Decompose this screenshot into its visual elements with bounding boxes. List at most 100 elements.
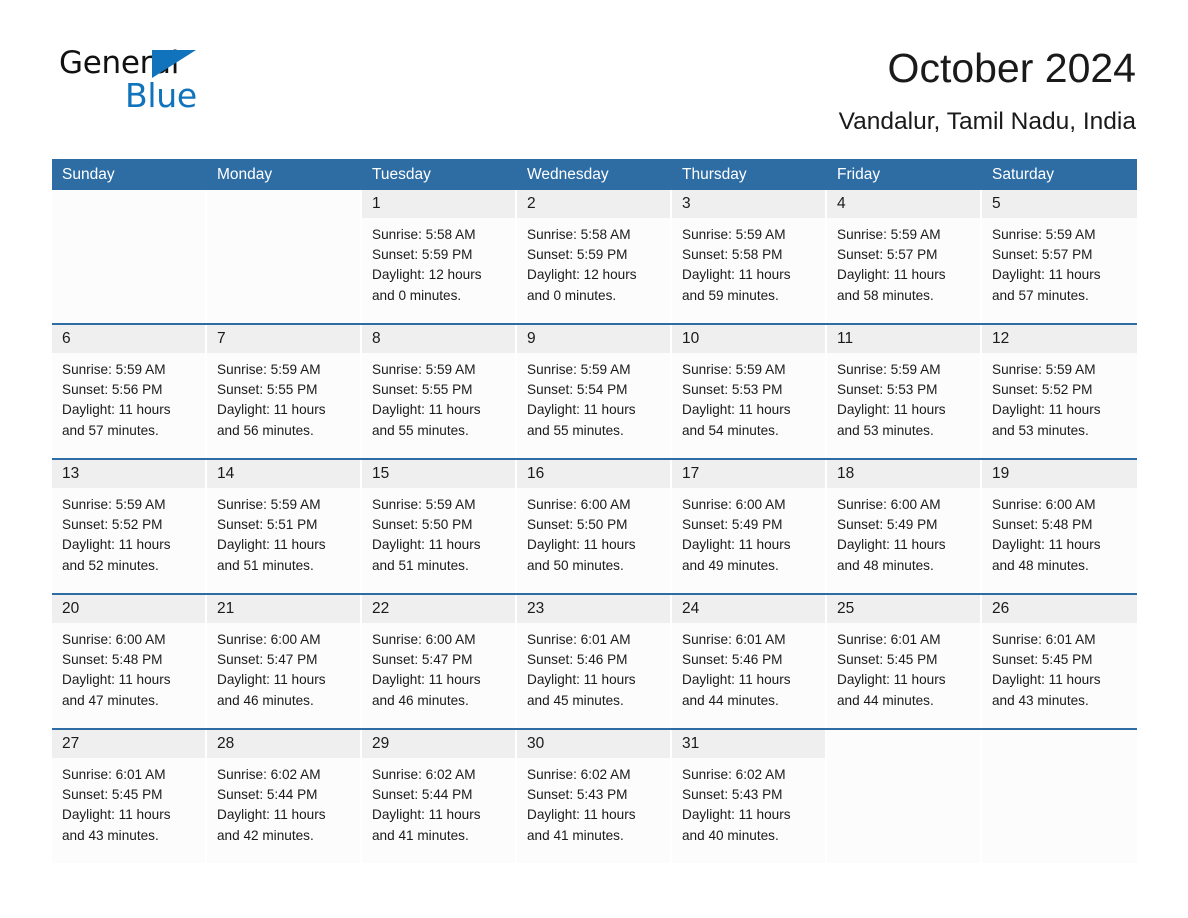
calendar-day-cell[interactable]: 27 Sunrise: 6:01 AM Sunset: 5:45 PM Dayligh… (52, 730, 207, 863)
sunset-text: Sunset: 5:52 PM (992, 382, 1093, 398)
daylight-text-line1: Daylight: 11 hours (527, 807, 636, 823)
weekday-label: Saturday (992, 166, 1055, 183)
day-number (982, 730, 1137, 758)
calendar-day-cell[interactable]: 29 Sunrise: 6:02 AM Sunset: 5:44 PM Dayligh… (362, 730, 517, 863)
calendar-day-cell[interactable]: 26 Sunrise: 6:01 AM Sunset: 5:45 PM Dayligh… (982, 595, 1137, 728)
day-number (827, 730, 980, 758)
daylight-text-line1: Daylight: 11 hours (62, 537, 171, 553)
day-number: 31 (672, 730, 825, 758)
calendar-day-cell[interactable]: 20 Sunrise: 6:00 AM Sunset: 5:48 PM Dayligh… (52, 595, 207, 728)
calendar-day-cell[interactable]: 31 Sunrise: 6:02 AM Sunset: 5:43 PM Dayligh… (672, 730, 827, 863)
day-number (207, 190, 360, 218)
calendar-day-cell[interactable]: 1 Sunrise: 5:58 AM Sunset: 5:59 PM Daylight… (362, 190, 517, 323)
day-details: Sunrise: 6:02 AM Sunset: 5:43 PM Daylight:… (672, 758, 825, 846)
calendar-day-cell[interactable]: 9 Sunrise: 5:59 AM Sunset: 5:54 PM Daylight… (517, 325, 672, 458)
daylight-text-line1: Daylight: 11 hours (217, 402, 326, 418)
title-block: October 2024 Vandalur, Tamil Nadu, India (839, 44, 1136, 136)
calendar-day-cell[interactable]: 14 Sunrise: 5:59 AM Sunset: 5:51 PM Dayligh… (207, 460, 362, 593)
calendar-day-cell[interactable]: 24 Sunrise: 6:01 AM Sunset: 5:46 PM Dayligh… (672, 595, 827, 728)
sunset-text: Sunset: 5:48 PM (62, 652, 163, 668)
calendar-day-cell[interactable]: 23 Sunrise: 6:01 AM Sunset: 5:46 PM Dayligh… (517, 595, 672, 728)
calendar-day-cell[interactable]: 16 Sunrise: 6:00 AM Sunset: 5:50 PM Dayligh… (517, 460, 672, 593)
daylight-text-line2: and 49 minutes. (682, 557, 779, 573)
sunrise-text: Sunrise: 6:00 AM (837, 497, 941, 512)
day-number: 10 (672, 325, 825, 353)
calendar-day-cell[interactable]: 8 Sunrise: 5:59 AM Sunset: 5:55 PM Daylight… (362, 325, 517, 458)
weekday-label: Thursday (682, 166, 747, 183)
calendar-day-cell[interactable]: 2 Sunrise: 5:58 AM Sunset: 5:59 PM Daylight… (517, 190, 672, 323)
day-number: 8 (362, 325, 515, 353)
sunset-text: Sunset: 5:56 PM (62, 382, 163, 398)
weekday-header-cell: Sunday (52, 159, 207, 190)
sunrise-text: Sunrise: 6:00 AM (217, 632, 321, 647)
daylight-text-line1: Daylight: 11 hours (217, 807, 326, 823)
calendar-day-cell[interactable]: 4 Sunrise: 5:59 AM Sunset: 5:57 PM Daylight… (827, 190, 982, 323)
calendar-day-cell[interactable]: 28 Sunrise: 6:02 AM Sunset: 5:44 PM Dayligh… (207, 730, 362, 863)
daylight-text-line2: and 53 minutes. (992, 422, 1089, 438)
day-details: Sunrise: 6:01 AM Sunset: 5:45 PM Daylight:… (827, 623, 980, 711)
day-number: 7 (207, 325, 360, 353)
sunrise-text: Sunrise: 6:00 AM (682, 497, 786, 512)
daylight-text-line1: Daylight: 12 hours (527, 267, 637, 283)
sunrise-text: Sunrise: 6:01 AM (527, 632, 631, 647)
day-number: 5 (982, 190, 1137, 218)
daylight-text-line2: and 55 minutes. (527, 422, 624, 438)
calendar-page: General Blue October 2024 Vandalur, Tami… (0, 0, 1188, 918)
sunrise-text: Sunrise: 6:00 AM (527, 497, 631, 512)
daylight-text-line2: and 46 minutes. (372, 692, 469, 708)
sunrise-text: Sunrise: 6:00 AM (372, 632, 476, 647)
calendar-week-row: 1 Sunrise: 5:58 AM Sunset: 5:59 PM Daylight… (52, 190, 1137, 323)
calendar-day-cell[interactable]: 30 Sunrise: 6:02 AM Sunset: 5:43 PM Dayligh… (517, 730, 672, 863)
weekday-label: Friday (837, 166, 881, 183)
sunrise-text: Sunrise: 5:59 AM (372, 497, 476, 512)
calendar-day-cell[interactable]: 17 Sunrise: 6:00 AM Sunset: 5:49 PM Dayligh… (672, 460, 827, 593)
calendar-day-cell[interactable]: 15 Sunrise: 5:59 AM Sunset: 5:50 PM Dayligh… (362, 460, 517, 593)
daylight-text-line1: Daylight: 11 hours (992, 402, 1101, 418)
sunset-text: Sunset: 5:55 PM (372, 382, 473, 398)
calendar-day-cell[interactable]: 6 Sunrise: 5:59 AM Sunset: 5:56 PM Daylight… (52, 325, 207, 458)
weekday-label: Wednesday (527, 166, 609, 183)
weekday-header-cell: Friday (827, 159, 982, 190)
day-number: 21 (207, 595, 360, 623)
location-subtitle: Vandalur, Tamil Nadu, India (838, 108, 1136, 136)
calendar-day-cell[interactable]: 21 Sunrise: 6:00 AM Sunset: 5:47 PM Dayligh… (207, 595, 362, 728)
sunrise-text: Sunrise: 6:02 AM (372, 767, 476, 782)
daylight-text-line1: Daylight: 11 hours (682, 807, 791, 823)
calendar-week-row: 6 Sunrise: 5:59 AM Sunset: 5:56 PM Daylight… (52, 323, 1137, 458)
calendar-day-cell[interactable]: 13 Sunrise: 5:59 AM Sunset: 5:52 PM Dayligh… (52, 460, 207, 593)
sunrise-text: Sunrise: 5:59 AM (992, 362, 1096, 377)
daylight-text-line2: and 42 minutes. (217, 827, 314, 843)
day-number: 13 (52, 460, 205, 488)
calendar-day-cell[interactable]: 3 Sunrise: 5:59 AM Sunset: 5:58 PM Daylight… (672, 190, 827, 323)
sunset-text: Sunset: 5:45 PM (62, 787, 163, 803)
general-blue-logo[interactable]: General Blue (56, 44, 256, 118)
calendar-day-cell[interactable]: 22 Sunrise: 6:00 AM Sunset: 5:47 PM Dayligh… (362, 595, 517, 728)
calendar-day-cell[interactable]: 11 Sunrise: 5:59 AM Sunset: 5:53 PM Dayligh… (827, 325, 982, 458)
daylight-text-line1: Daylight: 11 hours (62, 402, 171, 418)
sunset-text: Sunset: 5:53 PM (682, 382, 783, 398)
sunrise-text: Sunrise: 5:59 AM (217, 362, 321, 377)
calendar-day-cell[interactable]: 25 Sunrise: 6:01 AM Sunset: 5:45 PM Dayligh… (827, 595, 982, 728)
sunset-text: Sunset: 5:46 PM (527, 652, 628, 668)
daylight-text-line2: and 59 minutes. (682, 287, 779, 303)
daylight-text-line1: Daylight: 11 hours (992, 267, 1101, 283)
day-details: Sunrise: 6:02 AM Sunset: 5:44 PM Daylight:… (207, 758, 360, 846)
sunrise-text: Sunrise: 6:01 AM (682, 632, 786, 647)
calendar-day-cell[interactable]: 19 Sunrise: 6:00 AM Sunset: 5:48 PM Dayligh… (982, 460, 1137, 593)
day-number: 27 (52, 730, 205, 758)
calendar-day-cell[interactable]: 5 Sunrise: 5:59 AM Sunset: 5:57 PM Daylight… (982, 190, 1137, 323)
calendar-day-cell[interactable]: 10 Sunrise: 5:59 AM Sunset: 5:53 PM Dayligh… (672, 325, 827, 458)
calendar-empty-cell (982, 730, 1137, 863)
calendar-day-cell[interactable]: 18 Sunrise: 6:00 AM Sunset: 5:49 PM Dayligh… (827, 460, 982, 593)
calendar-day-cell[interactable]: 7 Sunrise: 5:59 AM Sunset: 5:55 PM Daylight… (207, 325, 362, 458)
sunrise-text: Sunrise: 6:02 AM (682, 767, 786, 782)
day-number: 17 (672, 460, 825, 488)
day-number: 12 (982, 325, 1137, 353)
sunset-text: Sunset: 5:49 PM (682, 517, 783, 533)
sunrise-text: Sunrise: 6:01 AM (837, 632, 941, 647)
day-number: 2 (517, 190, 670, 218)
weekday-header-cell: Thursday (672, 159, 827, 190)
daylight-text-line2: and 48 minutes. (837, 557, 934, 573)
calendar-day-cell[interactable]: 12 Sunrise: 5:59 AM Sunset: 5:52 PM Dayligh… (982, 325, 1137, 458)
weekday-label: Tuesday (372, 166, 431, 183)
